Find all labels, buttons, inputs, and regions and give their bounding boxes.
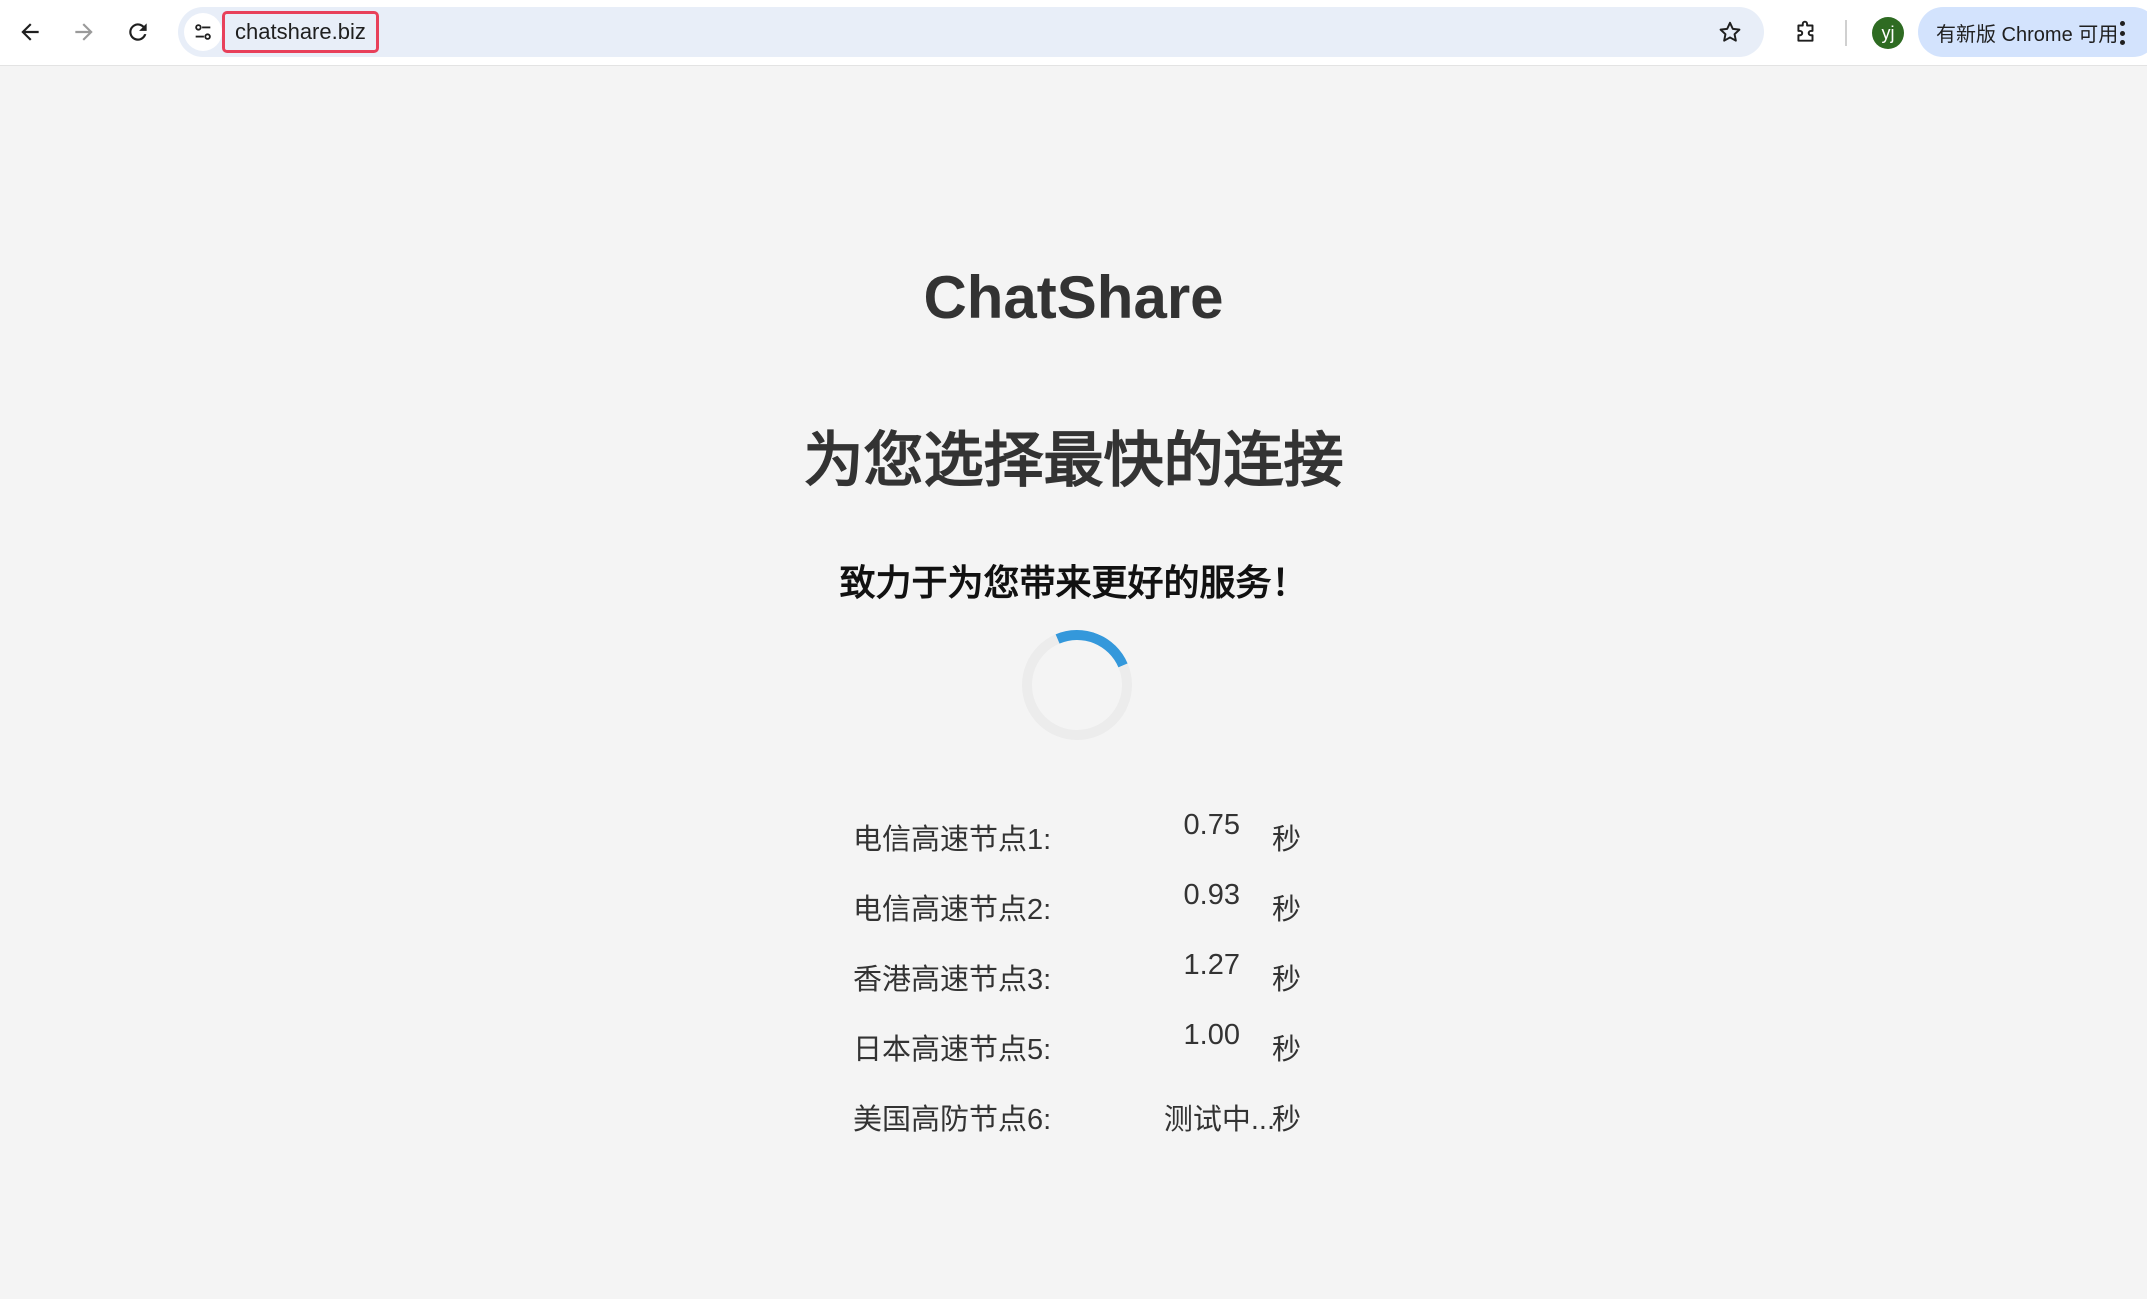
node-latency: 测试中... [1163, 1104, 1275, 1136]
address-bar[interactable]: chatshare.biz [178, 7, 1764, 57]
arrow-left-icon [21, 23, 39, 41]
forward-button[interactable] [62, 10, 106, 54]
node-row: 香港高速节点3: 1.27 秒 [850, 942, 1310, 1012]
site-info-button[interactable] [184, 13, 222, 51]
brand-title: ChatShare [923, 264, 1224, 331]
toolbar-divider [1845, 20, 1847, 46]
node-unit: 秒 [1272, 824, 1302, 856]
puzzle-icon [1797, 20, 1814, 42]
node-name: 电信高速节点2: [853, 894, 1052, 926]
browser-toolbar: chatshare.biz yj 有新版 Chrome 可用 [0, 0, 2147, 66]
bookmark-button[interactable] [1710, 12, 1750, 52]
node-unit: 秒 [1272, 964, 1302, 996]
page-content: ChatShare 为您选择最快的连接 致力于为您带来更好的服务！ 电信高速节点… [0, 67, 2147, 1299]
arrow-right-icon [75, 23, 93, 41]
node-name: 日本高速节点5: [853, 1034, 1052, 1066]
tune-icon [195, 24, 211, 40]
node-latency: 1.00 [1183, 1019, 1240, 1051]
node-unit: 秒 [1272, 1104, 1302, 1136]
node-latency: 0.75 [1183, 809, 1240, 841]
node-name: 美国高防节点6: [853, 1104, 1052, 1136]
node-name: 电信高速节点1: [853, 824, 1052, 856]
node-list: 电信高速节点1: 0.75 秒 电信高速节点2: 0.93 秒 香港高速节点3:… [850, 802, 1310, 1152]
page-subheadline: 致力于为您带来更好的服务！ [839, 562, 1308, 603]
loading-spinner [1005, 613, 1149, 757]
page-headline: 为您选择最快的连接 [803, 427, 1344, 494]
extensions-button[interactable] [1784, 10, 1828, 54]
node-row: 电信高速节点1: 0.75 秒 [850, 802, 1310, 872]
node-unit: 秒 [1272, 894, 1302, 926]
node-row: 美国高防节点6: 测试中... 秒 [850, 1082, 1310, 1152]
reload-button[interactable] [116, 10, 160, 54]
node-latency: 0.93 [1183, 879, 1240, 911]
node-row: 电信高速节点2: 0.93 秒 [850, 872, 1310, 942]
node-latency: 1.27 [1183, 949, 1240, 981]
kebab-icon[interactable] [2112, 17, 2132, 49]
star-icon [1719, 21, 1741, 42]
update-chrome-label: 有新版 Chrome 可用 [1936, 23, 2119, 46]
url-text[interactable]: chatshare.biz [222, 11, 379, 53]
back-button[interactable] [8, 10, 52, 54]
node-row: 日本高速节点5: 1.00 秒 [850, 1012, 1310, 1082]
node-name: 香港高速节点3: [853, 964, 1052, 996]
reload-icon [129, 23, 147, 41]
profile-avatar[interactable]: yj [1872, 17, 1904, 49]
node-unit: 秒 [1272, 1034, 1302, 1066]
